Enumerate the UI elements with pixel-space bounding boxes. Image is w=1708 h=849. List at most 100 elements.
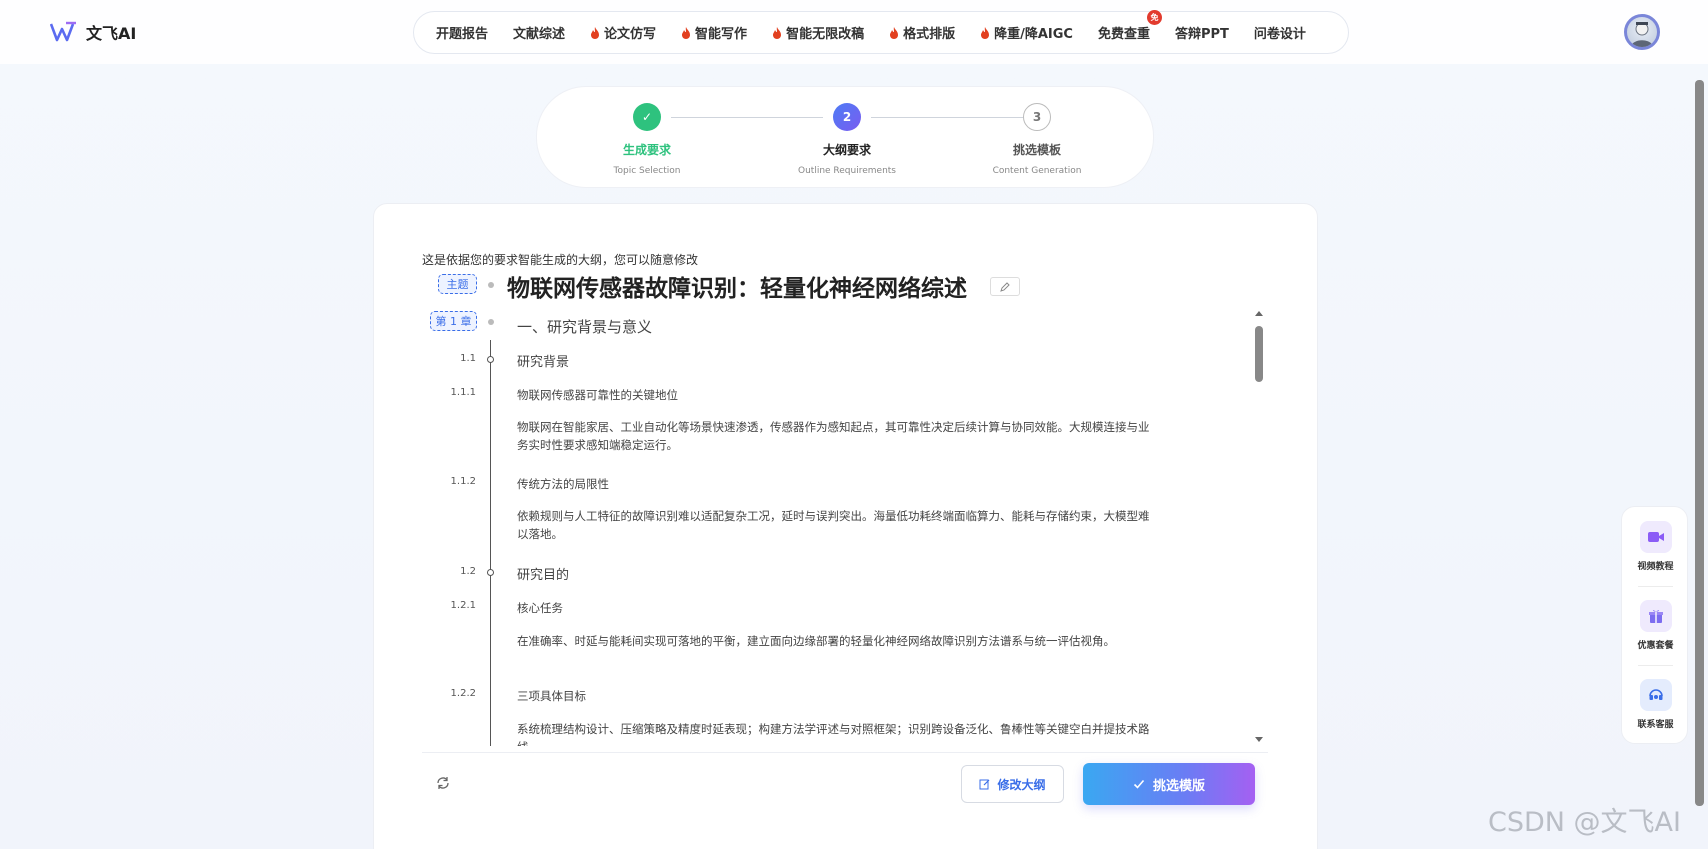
nav-item-literature-review[interactable]: 文献综述 (513, 23, 565, 42)
side-label: 优惠套餐 (1637, 641, 1674, 651)
edit-outline-button[interactable]: 修改大纲 (961, 765, 1064, 803)
refresh-icon[interactable] (435, 775, 451, 791)
fire-icon (773, 26, 782, 39)
step-number: 2 (833, 103, 861, 131)
step-generate-requirements[interactable]: ✓ 生成要求 Topic Selection (577, 103, 717, 176)
nav-item-proposal[interactable]: 开题报告 (436, 23, 488, 42)
fire-icon (981, 26, 990, 39)
side-panel: 视频教程 优惠套餐 联系客服 (1621, 506, 1688, 744)
entry-number: 1.1.1 (450, 387, 476, 398)
edit-icon (979, 779, 990, 790)
check-icon: ✓ (633, 103, 661, 131)
entry-text: 在准确率、时延与能耗间实现可落地的平衡，建立面向边缘部署的轻量化神经网络故障识别… (517, 634, 1115, 648)
nav-label: 文献综述 (513, 27, 566, 42)
divider (1638, 586, 1673, 587)
entry-text: 物联网传感器可靠性的关键地位 (517, 388, 678, 402)
chapter-tag: 第 1 章 (430, 311, 477, 331)
headset-icon (1639, 679, 1672, 711)
side-item-video-tutorial[interactable]: 视频教程 (1622, 521, 1689, 572)
nav-label: 答辩PPT (1174, 27, 1229, 42)
gift-icon (1639, 600, 1672, 632)
scroll-thumb[interactable] (1255, 326, 1263, 382)
entry-text: 核心任务 (517, 601, 563, 615)
button-label: 修改大纲 (997, 777, 1046, 792)
entry-text: 研究背景 (517, 355, 570, 370)
nav-item-formatting[interactable]: 格式排版 (889, 23, 955, 42)
bullet (488, 282, 494, 288)
progress-stepper: ✓ 生成要求 Topic Selection 2 大纲要求 Outline Re… (536, 86, 1154, 188)
nav-item-smart-writing[interactable]: 智能写作 (681, 23, 747, 42)
entry-text: 传统方法的局限性 (517, 477, 609, 491)
watermark: CSDN @文飞AI (1488, 807, 1681, 838)
fire-icon (591, 26, 600, 39)
topic-tag: 主题 (438, 274, 477, 294)
step-title: 挑选模板 (1012, 143, 1061, 157)
entry-text: 物联网在智能家居、工业自动化等场景快速渗透，传感器作为感知起点，其可靠性决定后续… (517, 420, 1150, 452)
tree-line (490, 340, 491, 746)
user-avatar[interactable] (1624, 14, 1660, 50)
entry-number: 1.2.1 (450, 600, 476, 611)
nav-label: 智能无限改稿 (786, 27, 865, 42)
outline-scrollbar[interactable] (1254, 308, 1264, 744)
nav-item-unlimited-revision[interactable]: 智能无限改稿 (772, 23, 864, 42)
step-subtitle: Outline Requirements (798, 166, 896, 176)
step-choose-template[interactable]: 3 挑选模板 Content Generation (967, 103, 1107, 176)
check-icon (1133, 779, 1145, 789)
nav-item-questionnaire[interactable]: 问卷设计 (1254, 23, 1306, 42)
entry-text: 系统梳理结构设计、压缩策略及精度时延表现；构建方法学评述与对照框架；识别跨设备泛… (517, 722, 1150, 746)
brand-logo[interactable]: 文飞AI (49, 20, 137, 44)
entry-number: 1.1.2 (450, 476, 476, 487)
nav-item-defense-ppt[interactable]: 答辩PPT (1175, 23, 1229, 42)
node-marker (487, 356, 494, 363)
bullet (488, 319, 494, 325)
nav-item-reduce-aigc[interactable]: 降重/降AIGC (980, 23, 1073, 42)
outline-title[interactable]: 物联网传感器故障识别：轻量化神经网络综述 (507, 269, 967, 303)
step-subtitle: Content Generation (992, 166, 1082, 176)
logo-icon (49, 20, 78, 44)
top-bar: 文飞AI 开题报告 文献综述 论文仿写 智能写作 智能无限改稿 格式排版 降重/… (0, 0, 1708, 64)
side-item-discount-package[interactable]: 优惠套餐 (1622, 600, 1689, 651)
nav-label: 开题报告 (436, 27, 489, 42)
nav-label: 问卷设计 (1253, 27, 1306, 42)
side-item-customer-service[interactable]: 联系客服 (1622, 679, 1689, 730)
fire-icon (890, 26, 899, 39)
entry-text: 三项具体目标 (517, 689, 586, 703)
scroll-thumb[interactable] (1695, 80, 1704, 806)
pencil-icon (1000, 281, 1010, 292)
step-title: 生成要求 (622, 143, 671, 157)
step-number: 3 (1023, 103, 1051, 131)
scroll-up-icon[interactable] (1255, 311, 1263, 316)
choose-template-button[interactable]: 挑选模版 (1083, 763, 1255, 805)
entry-text: 依赖规则与人工特征的故障识别难以适配复杂工况，延时与误判突出。海量低功耗终端面临… (517, 509, 1150, 541)
button-label: 挑选模版 (1152, 778, 1205, 794)
nav-label: 免费查重 (1097, 27, 1150, 42)
nav-label: 论文仿写 (604, 27, 657, 42)
step-subtitle: Topic Selection (613, 166, 681, 176)
nav-label: 降重/降AIGC (994, 27, 1073, 42)
free-badge: 免 (1146, 10, 1162, 25)
scroll-down-icon[interactable] (1255, 737, 1263, 742)
entry-number: 1.2 (460, 566, 476, 577)
main-nav: 开题报告 文献综述 论文仿写 智能写作 智能无限改稿 格式排版 降重/降AIGC… (413, 10, 1349, 54)
step-outline-requirements[interactable]: 2 大纲要求 Outline Requirements (777, 103, 917, 176)
chapter-title[interactable]: 一、研究背景与意义 (517, 316, 652, 337)
nav-item-paper-imitation[interactable]: 论文仿写 (590, 23, 656, 42)
entry-text: 研究目的 (517, 568, 570, 583)
side-label: 视频教程 (1637, 562, 1674, 572)
edit-title-button[interactable] (990, 277, 1020, 296)
node-marker (487, 569, 494, 576)
entry-number: 1.2.2 (450, 688, 476, 699)
divider (422, 752, 1268, 753)
entry-number: 1.1 (460, 353, 476, 364)
video-icon (1639, 521, 1672, 553)
nav-label: 智能写作 (695, 27, 748, 42)
nav-label: 格式排版 (903, 27, 956, 42)
nav-item-free-check[interactable]: 免费查重 免 (1097, 10, 1162, 42)
divider (1638, 665, 1673, 666)
outline-tree: 第 1 章 一、研究背景与意义 1.1 研究背景 1.1.1 物联网传感器可靠性… (420, 306, 1272, 746)
user-icon (1631, 22, 1653, 47)
brand-name: 文飞AI (86, 24, 137, 43)
step-title: 大纲要求 (822, 143, 871, 157)
page-scrollbar[interactable] (1694, 64, 1704, 849)
fire-icon (682, 26, 691, 39)
